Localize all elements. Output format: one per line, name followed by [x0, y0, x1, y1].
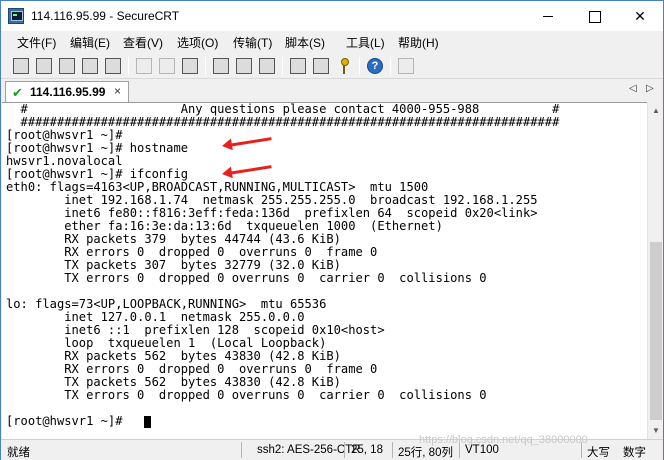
toolbar-separator [282, 57, 283, 75]
find-icon[interactable] [180, 56, 200, 76]
connected-check-icon: ✔ [12, 85, 23, 100]
status-cipher: ssh2: AES-256-CTR [257, 444, 361, 456]
status-separator [241, 442, 242, 458]
toolbar: ? [1, 52, 663, 79]
status-screen-size: 25行, 80列 [398, 447, 453, 459]
paste-icon[interactable] [157, 56, 177, 76]
title-bar[interactable]: 114.116.95.99 - SecureCRT ✕ [1, 1, 663, 31]
annotation-arrow [227, 137, 272, 147]
toolbar-separator [128, 57, 129, 75]
terminal-line: TX errors 0 dropped 0 overruns 0 carrier… [6, 388, 487, 402]
help-icon[interactable]: ? [365, 56, 385, 76]
keymap-icon[interactable] [396, 56, 416, 76]
toolbar-separator [390, 57, 391, 75]
toolbar-separator [359, 57, 360, 75]
connect-in-tab-icon[interactable] [57, 56, 77, 76]
copy-icon[interactable] [134, 56, 154, 76]
terminal-line: [root@hwsvr1 ~]# [6, 414, 130, 428]
key-icon[interactable] [334, 56, 354, 76]
menu-view[interactable]: 查看(V) [123, 34, 163, 51]
window-title: 114.116.95.99 - SecureCRT [31, 9, 180, 23]
print-screen-icon[interactable] [257, 56, 277, 76]
menu-tools[interactable]: 工具(L) [346, 34, 385, 51]
terminal-cursor [144, 416, 151, 428]
menu-script[interactable]: 脚本(S) [285, 34, 325, 51]
terminal-view[interactable]: # Any questions please contact 4000-955-… [2, 102, 647, 439]
session-options-icon[interactable] [288, 56, 308, 76]
tab-scroll-right-icon[interactable]: ▷ [646, 83, 654, 94]
maximize-button[interactable] [571, 1, 617, 31]
session-tab[interactable]: ✔ 114.116.95.99 × [5, 81, 129, 102]
scroll-down-icon[interactable]: ▼ [648, 422, 664, 439]
print-icon[interactable] [211, 56, 231, 76]
menu-file[interactable]: 文件(F) [17, 34, 56, 51]
annotation-arrow [227, 165, 272, 175]
vertical-scrollbar[interactable]: ▲ ▼ [647, 102, 663, 439]
securecrt-window: 114.116.95.99 - SecureCRT ✕ 文件(F) 编辑(E) … [0, 0, 664, 460]
status-ready: 就绪 [7, 447, 30, 459]
menu-bar: 文件(F) 编辑(E) 查看(V) 选项(O) 传输(T) 脚本(S) 工具(L… [1, 31, 663, 52]
print-setup-icon[interactable] [234, 56, 254, 76]
scroll-up-icon[interactable]: ▲ [648, 102, 664, 119]
status-num-lock: 数字 [623, 447, 646, 459]
global-options-icon[interactable] [311, 56, 331, 76]
connect-icon[interactable] [11, 56, 31, 76]
menu-edit[interactable]: 编辑(E) [70, 34, 110, 51]
terminal-line: TX errors 0 dropped 0 overruns 0 carrier… [6, 271, 487, 285]
status-separator [344, 442, 345, 458]
scroll-thumb[interactable] [650, 242, 662, 420]
status-caps-lock: 大写 [587, 447, 610, 459]
securecrt-app-icon[interactable] [8, 8, 24, 24]
close-tab-icon[interactable]: × [114, 84, 121, 98]
disconnect-icon[interactable] [103, 56, 123, 76]
menu-help[interactable]: 帮助(H) [398, 34, 439, 51]
status-cursor-position: 25, 18 [351, 444, 383, 456]
status-separator [392, 442, 393, 458]
menu-transfer[interactable]: 传输(T) [233, 34, 272, 51]
session-tab-bar: ✔ 114.116.95.99 × ◁ ▷ [1, 80, 663, 102]
reconnect-icon[interactable] [80, 56, 100, 76]
session-tab-label: 114.116.95.99 [30, 85, 106, 99]
close-window-button[interactable]: ✕ [617, 1, 663, 31]
quick-connect-icon[interactable] [34, 56, 54, 76]
menu-options[interactable]: 选项(O) [177, 34, 218, 51]
minimize-button[interactable] [525, 1, 571, 31]
tab-scroll-left-icon[interactable]: ◁ [629, 83, 637, 94]
toolbar-separator [205, 57, 206, 75]
watermark: https://blog.csdn.net/qq_38000000 [419, 434, 588, 446]
